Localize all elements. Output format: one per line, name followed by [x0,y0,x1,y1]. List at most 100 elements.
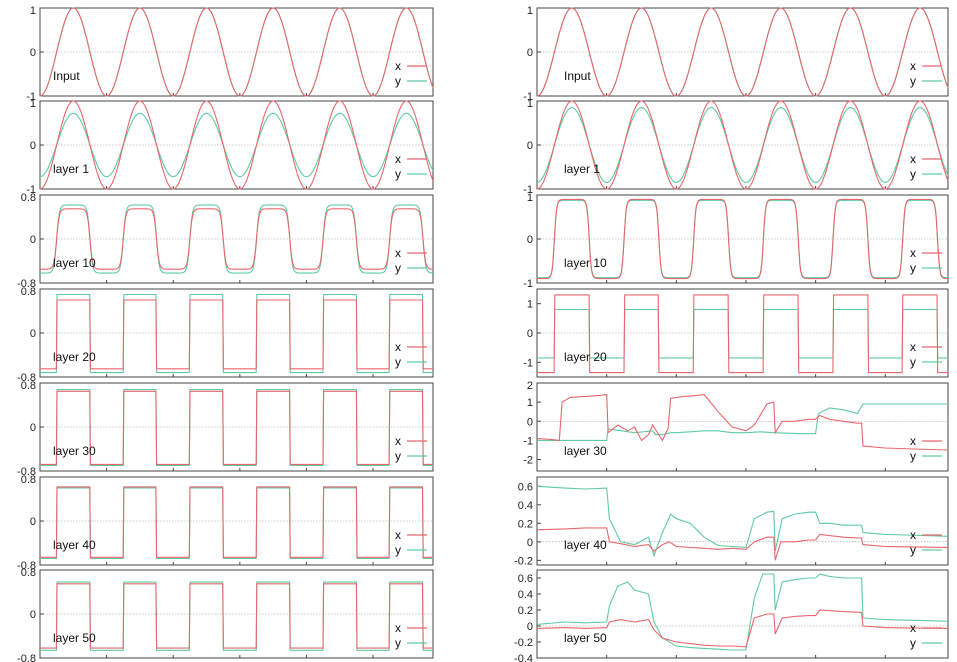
panel-left-1: 10-1layer 1xy [26,98,434,196]
y-tick-label: 0.4 [518,500,533,512]
y-tick-label: 0 [30,422,36,434]
panel-right-2: 1 0 -1 layer 10 xy [523,192,949,290]
y-tick-label: 2 [527,380,533,392]
y-tick-label: 0 [30,234,36,246]
legend-x-label: x [395,246,401,260]
y-tick-label: 1 [527,397,533,409]
y-tick-label: 0 [527,537,533,549]
y-tick-label: 1 [527,299,533,311]
y-tick-label: 0.8 [21,286,36,298]
y-tick-label: 0 [30,47,36,59]
series-y-line [40,293,433,374]
legend-y-label: y [395,74,401,88]
y-tick-label: 1 [527,98,533,110]
panel-label: layer 10 [53,256,96,270]
y-tick-label: 0.8 [21,192,36,204]
legend-x-label: x [910,621,916,635]
y-tick-label: 0 [30,140,36,152]
legend-x-label: x [395,340,401,354]
series-y-line [40,487,433,559]
panel-right-0: 10-1Inputxy [523,5,949,103]
y-tick-label: 0 [30,609,36,621]
legend-y-label: y [395,355,401,369]
y-tick-label: -0.2 [514,555,533,567]
panel-label: layer 50 [564,631,607,645]
legend-x-label: x [395,59,401,73]
y-tick-label: 0 [527,234,533,246]
y-tick-label: 0 [30,328,36,340]
panel-label: layer 30 [53,444,96,458]
panel-left-2: 0.80-0.8layer 10xy [17,192,434,290]
panel-left-0: 10-1Inputxy [26,5,434,103]
legend-y-label: y [910,636,916,650]
y-tick-label: -1 [523,278,533,290]
y-tick-label: 1 [30,5,36,17]
y-tick-label: 0.8 [21,567,36,579]
panel-right-6: 0.6 0.4 0.2 0 -0.2 -0.4 layer 50 xy [514,569,949,662]
y-tick-label: 0.8 [21,380,36,392]
panel-left-6: 0.8 0 -0.8 layer 50 xy [17,567,434,662]
legend-x-label: x [395,434,401,448]
y-tick-label: -1 [523,357,533,369]
y-tick-label: 0.2 [518,605,533,617]
legend-x-label: x [910,340,916,354]
y-tick-label: -0.4 [514,653,533,662]
series-y-line [537,403,948,441]
panel-label: layer 20 [53,350,96,364]
legend-y-label: y [910,167,916,181]
y-tick-label: 0.2 [518,518,533,530]
panel-label: layer 20 [564,350,607,364]
y-tick-label: 0.8 [21,474,36,486]
series-y-line [40,389,433,467]
panel-right-3: 1 0 -1 layer 20 xy [523,288,949,378]
y-tick-label: 0 [527,621,533,633]
y-tick-label: 0.6 [518,573,533,585]
panel-label: layer 1 [53,162,89,176]
legend-x-label: x [910,59,916,73]
panel-label: layer 30 [564,444,607,458]
series-x-line [40,299,433,370]
layer-response-figure: 10-1Inputxy10-1layer 1xy0.80-0.8layer 10… [17,5,949,662]
legend-y-label: y [910,261,916,275]
legend-x-label: x [910,434,916,448]
y-tick-label: 0.6 [518,481,533,493]
panel-right-5: 0.6 0.4 0.2 0 -0.2 layer 40 xy [514,476,949,567]
panel-right-4: 2 1 0 -1 -2 layer 30 xy [523,380,949,472]
panel-left-3: 0.80-0.8layer 20xy [17,286,434,384]
series-y-line [40,581,433,651]
series-x-line [40,583,433,649]
panel-right-1: 10-1layer 1xy [523,98,949,196]
legend-y-label: y [910,449,916,463]
panel-label: Input [53,69,80,83]
y-tick-label: -0.2 [514,637,533,649]
legend-x-label: x [395,621,401,635]
legend-x-label: x [395,152,401,166]
y-tick-label: 1 [30,98,36,110]
legend-x-label: x [395,528,401,542]
legend-y-label: y [395,167,401,181]
panel-label: layer 1 [564,162,600,176]
y-tick-label: 0 [30,516,36,528]
y-tick-label: -0.8 [17,653,36,662]
panel-left-4: 0.80-0.8layer 30xy [17,380,434,478]
legend-y-label: y [395,543,401,557]
legend-x-label: x [910,246,916,260]
legend-y-label: y [910,543,916,557]
legend-y-label: y [395,449,401,463]
panel-left-5: 0.80-0.8layer 40xy [17,474,434,572]
series-x-line [40,390,433,465]
legend-y-label: y [395,261,401,275]
panel-label: layer 50 [53,631,96,645]
y-tick-label: 0 [527,416,533,428]
y-tick-label: -2 [523,455,533,467]
y-tick-label: 0 [527,47,533,59]
legend-y-label: y [395,636,401,650]
legend-y-label: y [910,74,916,88]
y-tick-label: -1 [523,435,533,447]
y-tick-label: 0 [527,140,533,152]
y-tick-label: 1 [527,5,533,17]
y-tick-label: 1 [527,192,533,204]
panel-label: layer 40 [564,538,607,552]
panel-label: layer 10 [564,256,607,270]
series-x-line [40,486,433,558]
